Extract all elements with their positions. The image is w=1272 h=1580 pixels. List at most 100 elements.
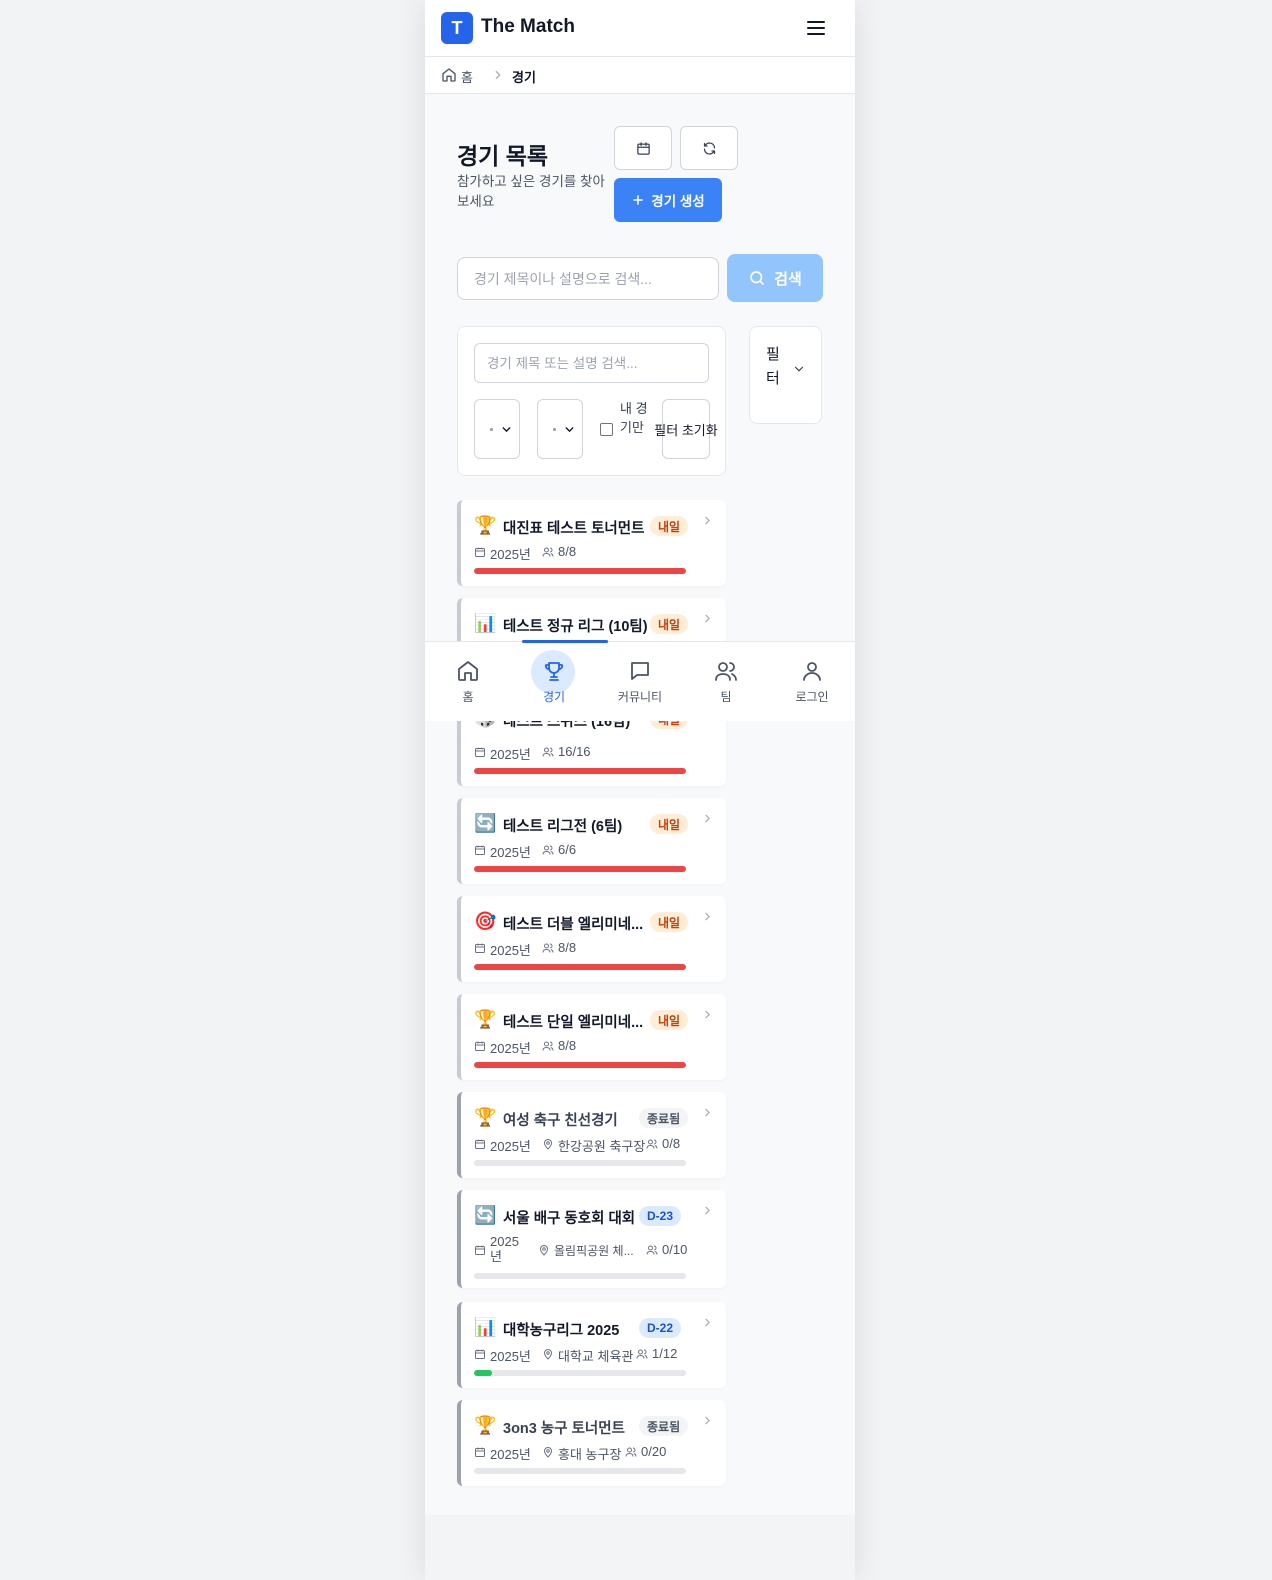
trophy-icon: 🏆 — [474, 1107, 497, 1127]
match-participants: 8/8 — [558, 544, 577, 559]
match-title: 서울 배구 동호회 대회 — [503, 1211, 636, 1227]
select-value-dot — [490, 428, 493, 431]
progress-bar — [474, 1062, 686, 1068]
chevron-down-icon — [502, 426, 511, 432]
home-icon[interactable] — [441, 67, 457, 83]
page-title: 경기 목록 — [457, 143, 549, 169]
progress-bar — [474, 1273, 686, 1279]
progress-bar — [474, 866, 686, 872]
status-badge: 종료됨 — [639, 1108, 689, 1128]
match-card[interactable]: 🏆 3on3 농구 토너먼트 종료됨 2025년 홍대 농구장 0/20 — [457, 1400, 726, 1486]
progress-fill — [474, 1062, 686, 1068]
breadcrumb-current: 경기 — [512, 70, 536, 85]
create-match-label: 경기 생성 — [651, 194, 705, 209]
calendar-icon — [475, 845, 485, 855]
nav-item-home[interactable]: 홈 — [425, 642, 511, 722]
match-card[interactable]: 🔄 서울 배구 동호회 대회 D-23 2025년 올림픽공원 체... 0/1… — [457, 1190, 726, 1288]
match-card[interactable]: 🏆 대진표 테스트 토너먼트 내일 2025년 8/8 — [457, 500, 726, 586]
filter-search-input[interactable] — [474, 343, 709, 383]
search-button-label: 검색 — [774, 270, 802, 288]
match-participants: 0/10 — [662, 1242, 688, 1257]
chevron-right-icon — [705, 516, 710, 525]
match-title: 여성 축구 친선경기 — [503, 1113, 618, 1129]
users-icon — [636, 1349, 648, 1359]
progress-bar — [474, 964, 686, 970]
progress-bar — [474, 1160, 686, 1166]
trophy-icon: 🏆 — [474, 1009, 497, 1029]
chevron-right-icon — [705, 1108, 710, 1117]
search-button[interactable]: 검색 — [727, 254, 823, 302]
match-date: 2025년 — [490, 1349, 531, 1364]
chevron-right-icon — [705, 614, 710, 623]
match-date: 2025년 — [490, 747, 531, 762]
chart-icon: 📊 — [474, 613, 497, 633]
chat-icon — [631, 662, 649, 680]
hamburger-menu-icon[interactable] — [805, 17, 827, 39]
status-badge: 내일 — [650, 614, 689, 634]
nav-item-community[interactable]: 커뮤니티 — [597, 642, 683, 722]
match-date: 2025년 — [490, 1234, 519, 1264]
match-date: 2025년 — [490, 845, 531, 860]
breadcrumb-home[interactable]: 홈 — [461, 67, 473, 86]
match-card[interactable]: 📊 대학농구리그 2025 D-22 2025년 대학교 체육관 1/12 — [457, 1302, 726, 1388]
users-icon — [542, 747, 554, 757]
search-input[interactable] — [457, 257, 719, 300]
mobile-frame: T The Match 홈 경기 경기 목록 참가하고 싶은 경기를 찾아보세요… — [425, 0, 855, 1580]
match-card[interactable]: 🎯 테스트 더블 엘리미네... 내일 2025년 8/8 — [457, 896, 726, 982]
status-badge: 내일 — [650, 1010, 689, 1030]
progress-bar — [474, 768, 686, 774]
match-date: 2025년 — [490, 1041, 531, 1056]
calendar-icon — [475, 1447, 485, 1457]
create-match-button[interactable]: 경기 생성 — [614, 178, 722, 222]
map-pin-icon — [539, 1245, 549, 1256]
calendar-view-button[interactable] — [614, 126, 672, 170]
calendar-icon — [475, 1245, 485, 1255]
match-card[interactable]: 🏆 여성 축구 친선경기 종료됨 2025년 한강공원 축구장 0/8 — [457, 1092, 726, 1178]
chevron-right-icon — [705, 1206, 710, 1215]
users-icon — [715, 662, 737, 681]
status-badge: 내일 — [650, 912, 689, 932]
users-icon — [542, 1041, 554, 1051]
refresh-button[interactable] — [680, 126, 738, 170]
reset-filter-button[interactable]: 필터 초기화 — [654, 399, 718, 459]
progress-fill — [474, 866, 686, 872]
filter-toggle-button[interactable]: 필터 — [749, 326, 822, 424]
match-location: 홍대 농구장 — [558, 1447, 622, 1462]
calendar-icon — [636, 141, 650, 155]
chevron-right-icon — [495, 70, 501, 80]
refresh-icon: 🔄 — [474, 1205, 497, 1225]
trophy-icon: 🏆 — [474, 515, 497, 535]
my-matches-label[interactable]: 내 경기만 — [620, 399, 648, 437]
nav-active-indicator — [522, 640, 608, 643]
progress-bar — [474, 1468, 686, 1474]
filter-panel: 내 경기만 필터 초기화 — [457, 326, 726, 476]
nav-item-matches[interactable]: 경기 — [511, 640, 608, 722]
match-date: 2025년 — [490, 943, 531, 958]
users-icon — [542, 943, 554, 953]
match-title: 테스트 단일 엘리미네... — [503, 1015, 644, 1031]
app-title[interactable]: The Match — [481, 16, 575, 38]
status-badge: 내일 — [650, 516, 689, 536]
my-matches-checkbox[interactable] — [600, 423, 613, 436]
calendar-icon — [475, 747, 485, 757]
match-title: 테스트 정규 리그 (10팀) — [503, 619, 648, 635]
nav-item-teams[interactable]: 팀 — [683, 642, 769, 722]
match-title: 테스트 더블 엘리미네... — [503, 917, 644, 933]
nav-label: 홈 — [462, 690, 474, 704]
match-card[interactable]: 🔄 테스트 리그전 (6팀) 내일 2025년 6/6 — [457, 798, 726, 884]
sport-select[interactable] — [474, 399, 520, 459]
logo-icon[interactable]: T — [441, 12, 473, 44]
nav-item-login[interactable]: 로그인 — [769, 642, 855, 722]
calendar-icon — [475, 1041, 485, 1051]
chevron-right-icon — [705, 1416, 710, 1425]
page-subtitle: 참가하고 싶은 경기를 찾아보세요 — [457, 174, 605, 209]
users-icon — [646, 1139, 658, 1149]
chevron-right-icon — [705, 814, 710, 823]
match-card[interactable]: 🏆 테스트 단일 엘리미네... 내일 2025년 8/8 — [457, 994, 726, 1080]
match-card[interactable]: 📊 테스트 정규 리그 (10팀) 내일 — [457, 598, 726, 641]
chevron-down-icon — [794, 366, 804, 372]
progress-fill — [474, 1370, 492, 1376]
match-participants: 6/6 — [558, 842, 577, 857]
match-location: 대학교 체육관 — [558, 1349, 634, 1364]
status-select[interactable] — [537, 399, 583, 459]
